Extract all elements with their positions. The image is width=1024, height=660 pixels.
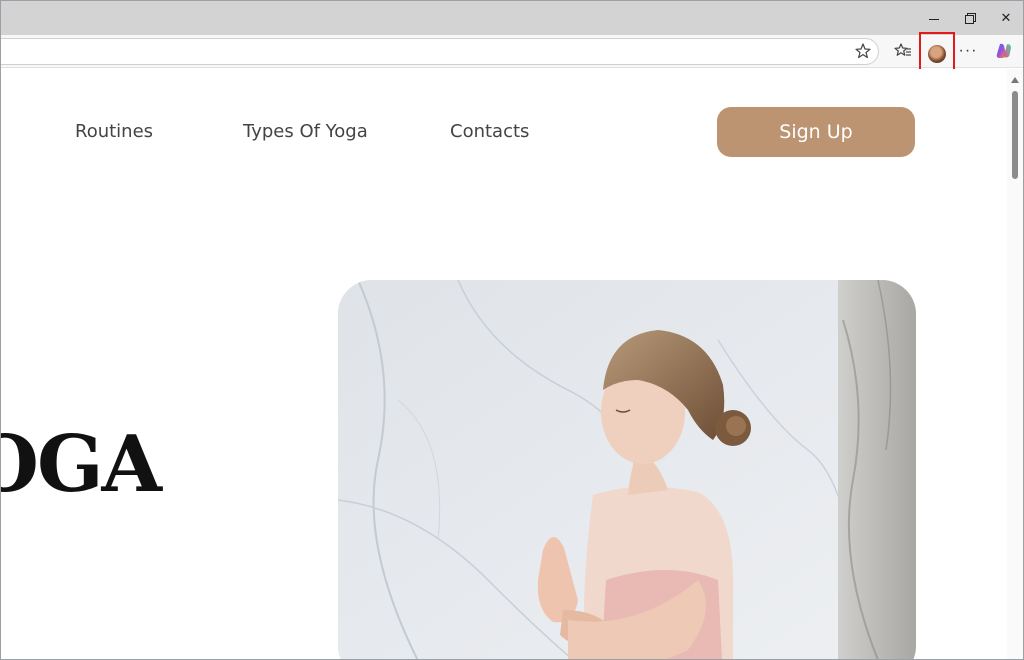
- minimize-button[interactable]: [916, 1, 952, 35]
- hero-image: [338, 280, 916, 659]
- scroll-thumb[interactable]: [1012, 91, 1018, 179]
- restore-icon: [965, 13, 976, 24]
- more-icon[interactable]: ···: [958, 41, 978, 61]
- minimize-icon: [929, 18, 939, 20]
- maximize-button[interactable]: [952, 1, 988, 35]
- nav-item-types-of-yoga[interactable]: Types Of Yoga: [243, 121, 368, 142]
- website-content: e Routines Types Of Yoga Contacts Sign U…: [1, 69, 1007, 659]
- sign-up-button[interactable]: Sign Up: [717, 107, 915, 157]
- browser-window: ✕ ··· Routines Types Of Yoga Contacts Si…: [0, 0, 1024, 660]
- close-button[interactable]: ✕: [988, 1, 1023, 35]
- page-scrollbar[interactable]: [1007, 69, 1023, 659]
- scroll-up-icon[interactable]: [1011, 77, 1019, 83]
- address-bar[interactable]: [1, 38, 879, 65]
- star-icon[interactable]: [854, 42, 872, 60]
- nav-item-routines[interactable]: Routines: [75, 121, 153, 142]
- favorites-icon[interactable]: [893, 41, 913, 61]
- profile-avatar: [928, 45, 946, 63]
- title-bar: ✕: [1, 1, 1023, 35]
- nav-item-contacts[interactable]: Contacts: [450, 121, 529, 142]
- copilot-icon[interactable]: [994, 41, 1014, 61]
- hero-title: OGA: [1, 419, 162, 510]
